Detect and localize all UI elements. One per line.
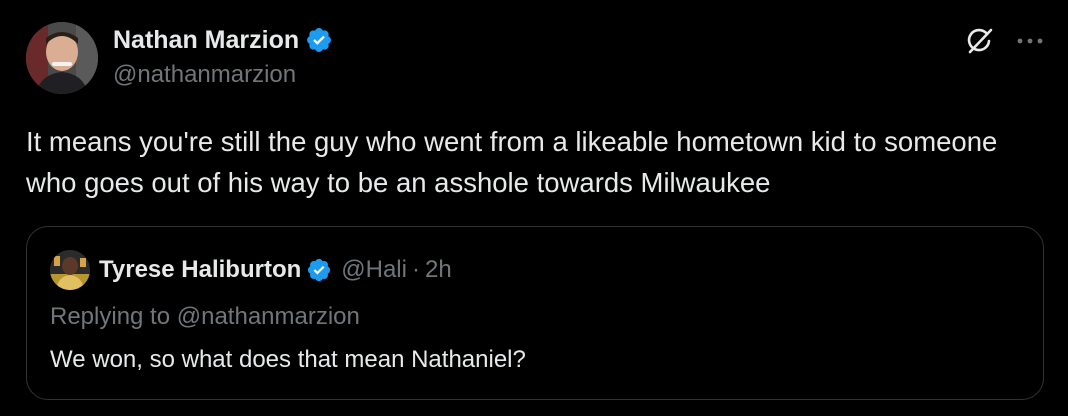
tweet-card: Nathan Marzion @nathanmarzion It means y… — [0, 0, 1068, 416]
grok-icon[interactable] — [963, 25, 995, 57]
quoted-author-name[interactable]: Tyrese Haliburton — [99, 256, 301, 284]
tweet-text: It means you're still the guy who went f… — [26, 126, 998, 198]
quoted-author-handle[interactable]: @Hali — [341, 256, 407, 284]
author-handle[interactable]: @nathanmarzion — [113, 60, 296, 90]
quoted-timestamp[interactable]: 2h — [425, 256, 452, 284]
author-avatar[interactable] — [26, 22, 98, 94]
author-name-text[interactable]: Nathan Marzion — [113, 24, 299, 56]
more-icon[interactable] — [1015, 27, 1045, 55]
quoted-tweet-text: We won, so what does that mean Nathaniel… — [50, 346, 526, 373]
quoted-tweet[interactable]: Tyrese Haliburton @Hali · 2h Replying to… — [26, 226, 1044, 400]
verified-badge-icon — [306, 257, 332, 283]
quoted-header: Tyrese Haliburton @Hali · 2h — [99, 253, 452, 287]
separator-dot: · — [411, 256, 420, 283]
replying-to-label: Replying to @nathanmarzion — [50, 303, 360, 330]
verified-badge-icon — [305, 26, 333, 54]
author-name[interactable]: Nathan Marzion — [113, 24, 333, 56]
quoted-author-avatar[interactable] — [50, 250, 90, 290]
